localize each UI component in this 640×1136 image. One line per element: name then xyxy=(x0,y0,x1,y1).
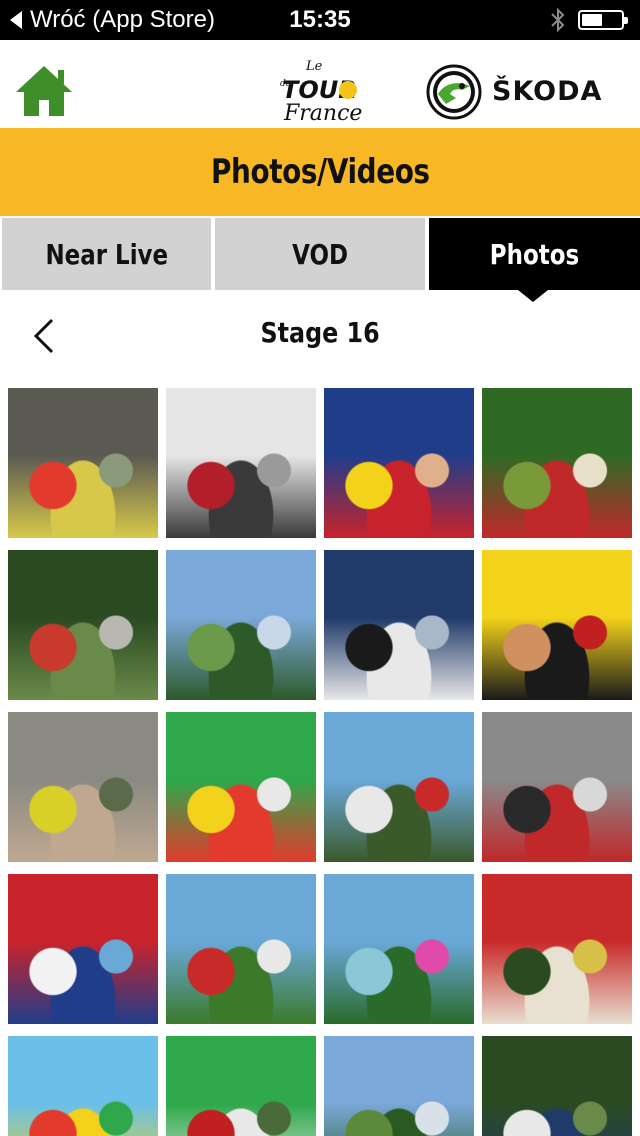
tab-near-live-label: Near Live xyxy=(45,237,168,271)
media-tabs: Near Live VOD Photos xyxy=(0,216,640,292)
photo-thumbnail[interactable] xyxy=(8,550,158,700)
back-triangle-icon xyxy=(10,11,22,29)
photo-thumbnail[interactable] xyxy=(324,550,474,700)
bluetooth-icon xyxy=(551,7,565,33)
active-tab-pointer xyxy=(518,290,548,302)
tab-vod-label: VOD xyxy=(292,237,348,271)
app-header: Le TOUR de France ŠKODA xyxy=(0,40,640,128)
tab-near-live[interactable]: Near Live xyxy=(2,218,211,290)
photo-thumbnail[interactable] xyxy=(324,874,474,1024)
photo-thumbnail[interactable] xyxy=(324,1036,474,1136)
svg-text:de: de xyxy=(280,79,291,89)
svg-text:Le: Le xyxy=(305,59,323,74)
photo-thumbnail[interactable] xyxy=(8,388,158,538)
page-title: Photos/Videos xyxy=(210,152,430,192)
tour-de-france-logo: Le TOUR de France xyxy=(280,59,362,126)
skoda-wordmark: ŠKODA xyxy=(492,76,603,107)
photo-thumbnail[interactable] xyxy=(324,388,474,538)
tab-photos[interactable]: Photos xyxy=(429,218,640,290)
stage-navigation: Stage 16 xyxy=(0,302,640,368)
photo-thumbnail[interactable] xyxy=(324,712,474,862)
tab-photos-label: Photos xyxy=(489,237,580,271)
photo-thumbnail[interactable] xyxy=(8,712,158,862)
photo-thumbnail[interactable] xyxy=(482,712,632,862)
photo-thumbnail[interactable] xyxy=(482,1036,632,1136)
chevron-left-icon[interactable] xyxy=(30,316,60,356)
photo-thumbnail[interactable] xyxy=(482,550,632,700)
photo-thumbnail[interactable] xyxy=(166,1036,316,1136)
battery-icon xyxy=(578,10,628,30)
tab-vod[interactable]: VOD xyxy=(215,218,425,290)
photo-thumbnail[interactable] xyxy=(166,712,316,862)
photo-grid xyxy=(0,376,640,1136)
photo-thumbnail[interactable] xyxy=(166,550,316,700)
stage-title: Stage 16 xyxy=(260,316,380,349)
svg-text:France: France xyxy=(283,101,362,126)
status-bar: Wróć (App Store) 15:35 xyxy=(0,0,640,40)
photo-thumbnail[interactable] xyxy=(482,874,632,1024)
photo-thumbnail[interactable] xyxy=(8,874,158,1024)
back-label: Wróć (App Store) xyxy=(30,6,215,33)
photo-thumbnail[interactable] xyxy=(8,1036,158,1136)
section-title-bar: Photos/Videos xyxy=(0,128,640,216)
back-to-app-store-link[interactable]: Wróć (App Store) xyxy=(10,6,215,34)
photo-thumbnail[interactable] xyxy=(482,388,632,538)
home-icon[interactable] xyxy=(14,64,74,118)
skoda-emblem-icon xyxy=(426,64,482,120)
photo-thumbnail[interactable] xyxy=(166,874,316,1024)
photo-thumbnail[interactable] xyxy=(166,388,316,538)
